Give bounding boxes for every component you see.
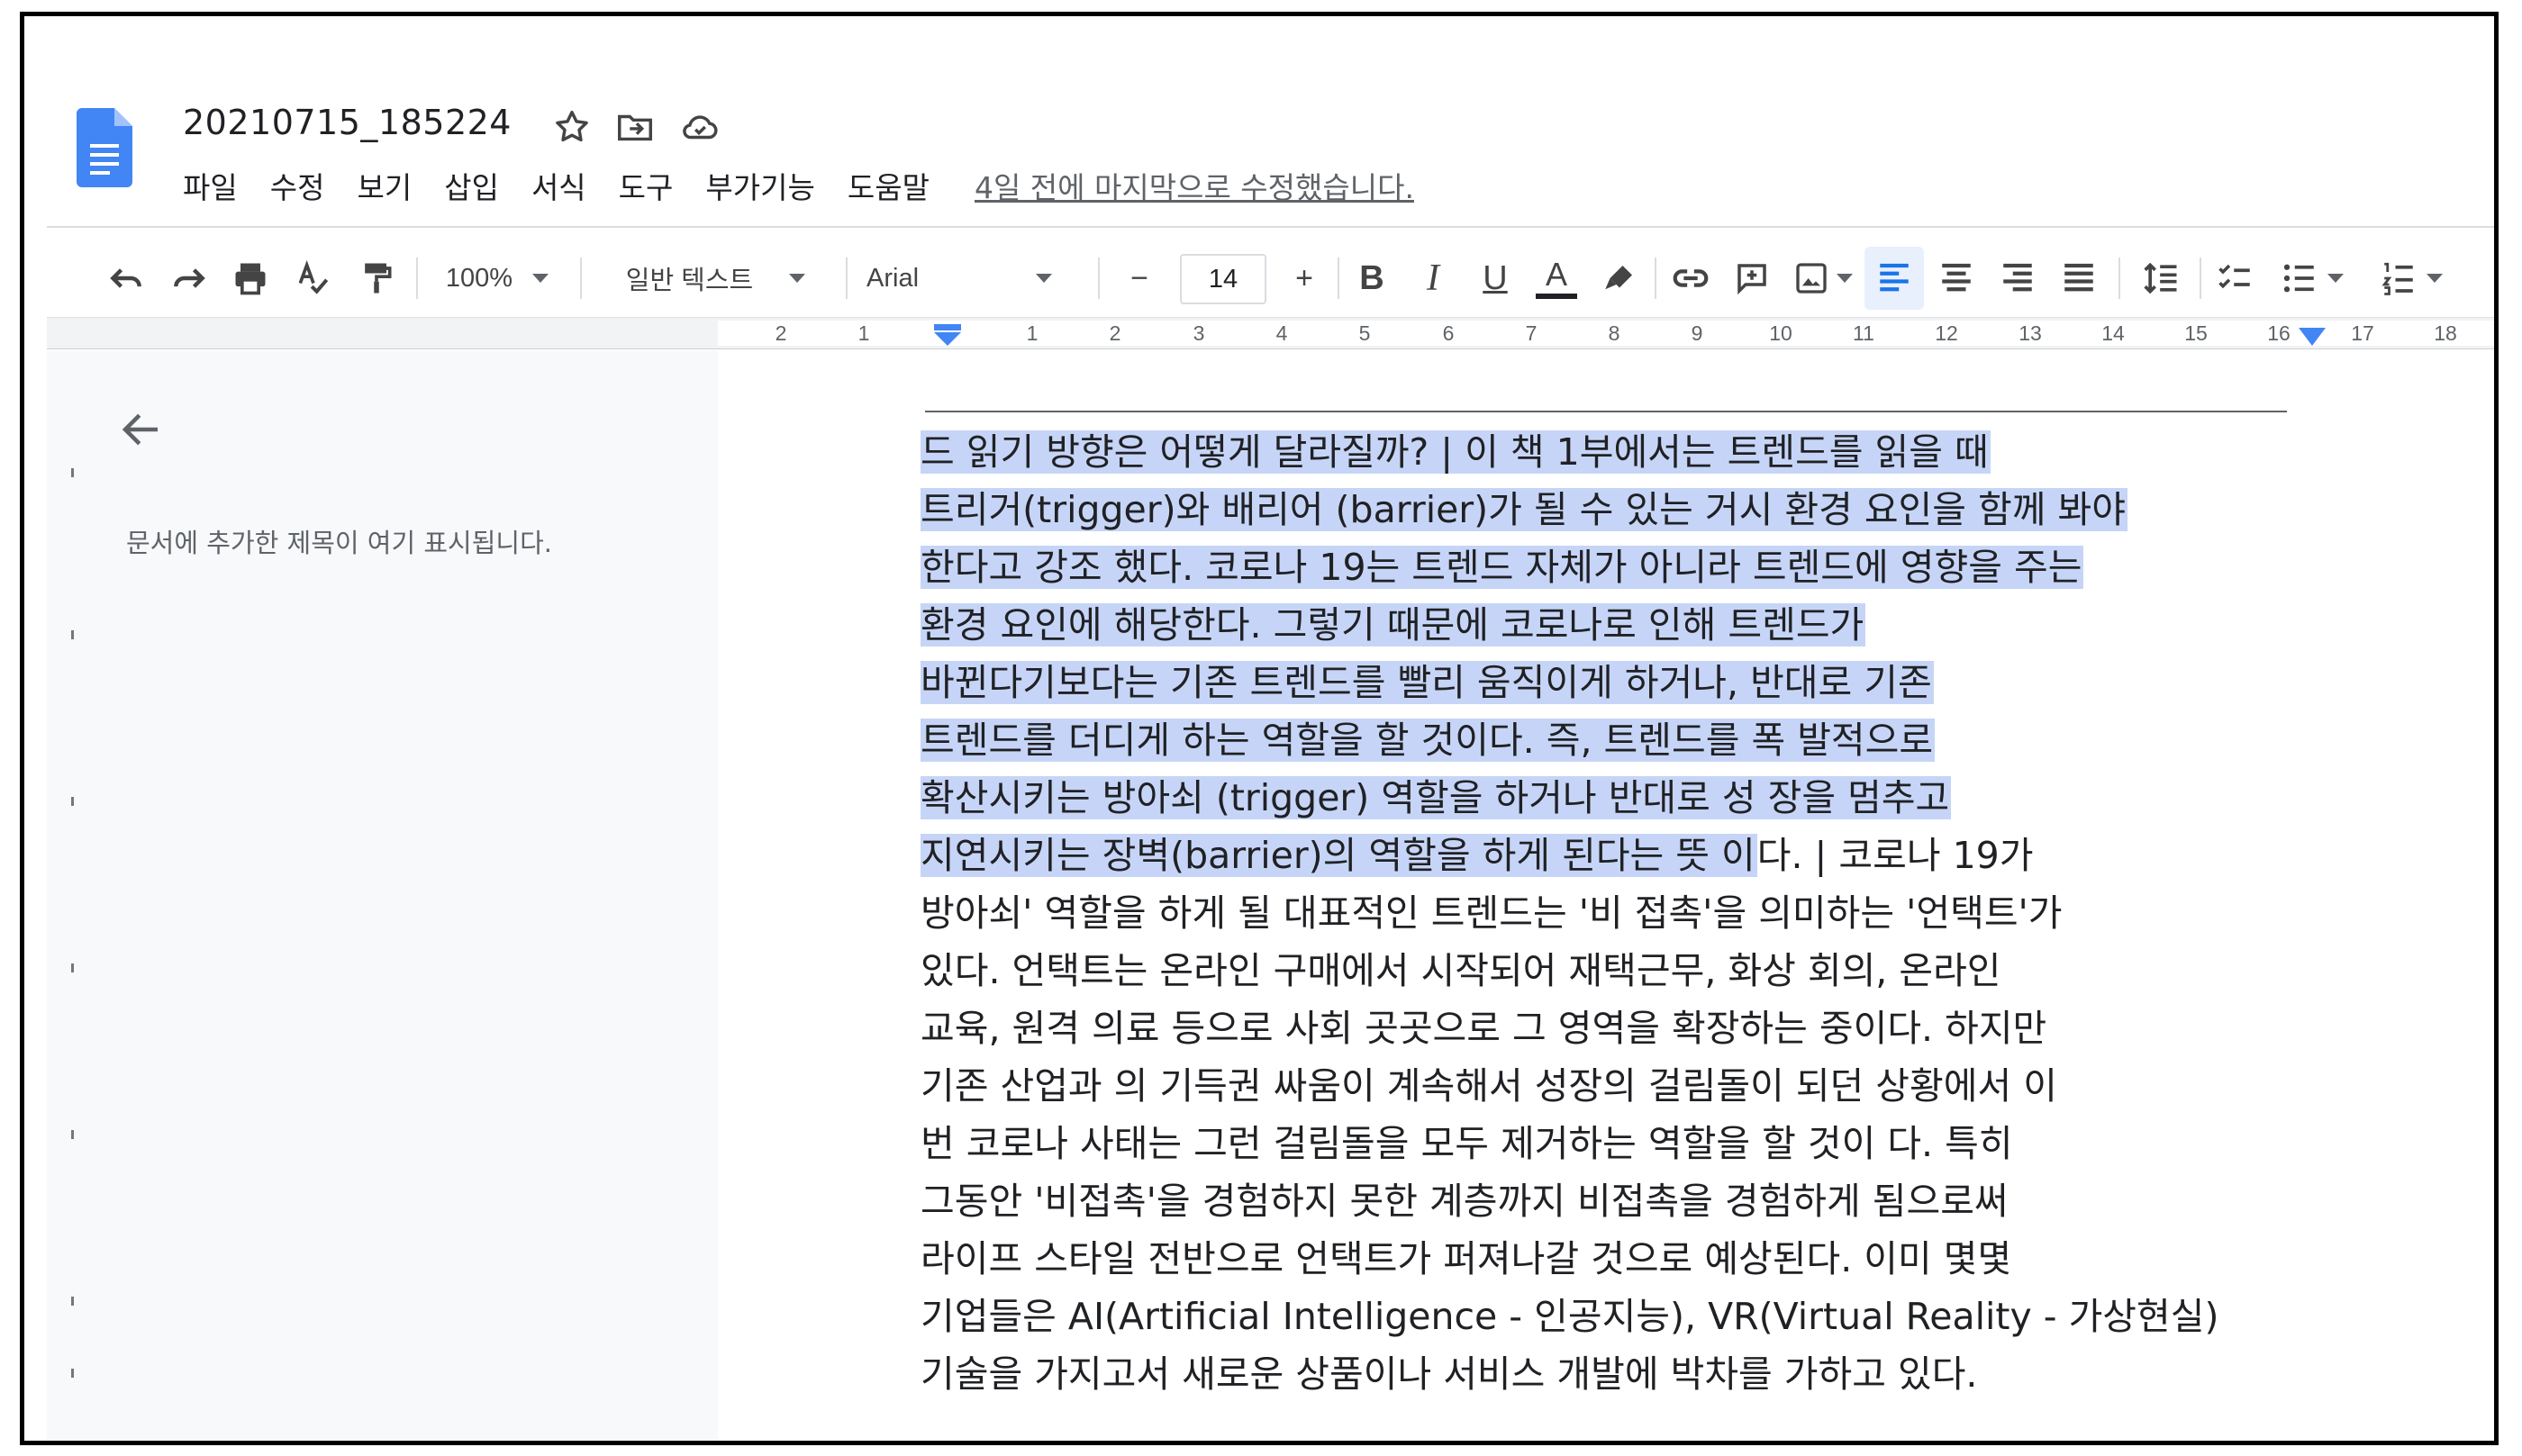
paragraph-line[interactable]: 교육, 원격 의료 등으로 사회 곳곳으로 그 영역을 확장하는 중이다. 하지… — [921, 999, 2326, 1057]
menu-format[interactable]: 서식 — [531, 164, 586, 207]
paragraph-style-select[interactable]: 일반 텍스트 — [601, 243, 830, 313]
selected-text[interactable]: 확산시키는 방아쇠 (trigger) 역할을 하거나 반대로 성 장을 멈추고 — [921, 776, 1952, 819]
cloud-saved-icon[interactable] — [679, 106, 721, 148]
outline-empty-message: 문서에 추가한 제목이 여기 표시됩니다. — [126, 528, 552, 558]
paragraph-line[interactable]: 라이프 스타일 전반으로 언택트가 퍼져나갈 것으로 예상된다. 이미 몇몇 — [921, 1230, 2326, 1288]
zoom-select[interactable]: 100% — [434, 243, 560, 313]
font-size-increase-button[interactable]: + — [1279, 243, 1329, 313]
text-run[interactable]: 기존 산업과 의 기득권 싸움이 계속해서 성장의 걸림돌이 되던 상황에서 이 — [921, 1064, 2057, 1108]
paragraph-line[interactable]: 확산시키는 방아쇠 (trigger) 역할을 하거나 반대로 성 장을 멈추고 — [921, 769, 2326, 827]
bold-icon[interactable]: B — [1347, 243, 1397, 313]
right-indent-marker-icon[interactable] — [2299, 328, 2326, 346]
menu-view[interactable]: 보기 — [357, 164, 412, 207]
menu-insert[interactable]: 삽입 — [444, 164, 499, 207]
numbered-list-icon[interactable] — [2371, 243, 2452, 313]
align-left-icon[interactable] — [1869, 243, 1919, 313]
link-icon[interactable] — [1664, 243, 1718, 313]
docs-logo-icon[interactable] — [77, 108, 132, 187]
horizontal-line — [925, 411, 2287, 412]
menu-edit[interactable]: 수정 — [270, 164, 325, 207]
print-icon[interactable] — [225, 243, 276, 313]
paragraph-line[interactable]: 트리거(trigger)와 배리어 (barrier)가 될 수 있는 거시 환… — [921, 481, 2326, 538]
selected-text[interactable]: 트리거(trigger)와 배리어 (barrier)가 될 수 있는 거시 환… — [921, 488, 2127, 531]
document-outline-panel: 문서에 추가한 제목이 여기 표시됩니다. — [47, 351, 720, 1441]
text-run[interactable]: 라이프 스타일 전반으로 언택트가 퍼져나갈 것으로 예상된다. 이미 몇몇 — [921, 1237, 2011, 1280]
star-icon[interactable] — [551, 106, 593, 148]
font-family-select[interactable]: Arial — [866, 243, 1092, 313]
document-body[interactable]: 드 읽기 방향은 어떻게 달라질까? | 이 책 1부에서는 트렌드를 읽을 때… — [921, 423, 2326, 1403]
paragraph-line[interactable]: 그동안 '비접촉'을 경험하지 못한 계층까지 비접촉을 경험하게 됨으로써 — [921, 1172, 2326, 1230]
selected-text[interactable]: 드 읽기 방향은 어떻게 달라질까? | 이 책 1부에서는 트렌드를 읽을 때 — [921, 430, 1991, 474]
paragraph-line[interactable]: 바뀐다기보다는 기존 트렌드를 빨리 움직이게 하거나, 반대로 기존 — [921, 654, 2326, 711]
paragraph-line[interactable]: 기술을 가지고서 새로운 상품이나 서비스 개발에 박차를 가하고 있다. — [921, 1345, 2326, 1403]
spellcheck-icon[interactable] — [288, 243, 339, 313]
document-title[interactable]: 20210715_185224 — [183, 103, 512, 142]
underline-icon[interactable]: U — [1470, 243, 1520, 313]
paragraph-line[interactable]: 트렌드를 더디게 하는 역할을 할 것이다. 즉, 트렌드를 폭 발적으로 — [921, 711, 2326, 769]
text-run[interactable]: 방아쇠' 역할을 하게 될 대표적인 트렌드는 '비 접촉'을 의미하는 '언택… — [921, 891, 2063, 935]
selected-text[interactable]: 한다고 강조 했다. 코로나 19는 트렌드 자체가 아니라 트렌드에 영향을 … — [921, 546, 2084, 589]
paragraph-line[interactable]: 환경 요인에 해당한다. 그렇기 때문에 코로나로 인해 트렌드가 — [921, 596, 2326, 654]
text-run[interactable]: 기술을 가지고서 새로운 상품이나 서비스 개발에 박차를 가하고 있다. — [921, 1352, 1977, 1396]
horizontal-ruler[interactable]: 2 1 1 2 3 4 5 6 7 8 9 10 11 12 13 14 15 … — [718, 321, 2494, 346]
text-run[interactable]: 다. | 코로나 19가 — [1757, 834, 2034, 877]
font-size-input[interactable]: 14 — [1180, 254, 1266, 304]
paragraph-line[interactable]: 기존 산업과 의 기득권 싸움이 계속해서 성장의 걸림돌이 되던 상황에서 이 — [921, 1057, 2326, 1115]
selected-text[interactable]: 지연시키는 장벽(barrier)의 역할을 하게 된다는 뜻 이 — [921, 834, 1757, 877]
indent-marker-icon[interactable] — [932, 324, 963, 346]
undo-icon[interactable] — [101, 243, 151, 313]
selected-text[interactable]: 환경 요인에 해당한다. 그렇기 때문에 코로나로 인해 트렌드가 — [921, 603, 1866, 647]
window-frame: 20210715_185224 파일 수정 보기 삽입 서식 도구 부가기능 도… — [20, 12, 2499, 1445]
highlight-icon[interactable] — [1594, 243, 1645, 313]
move-to-folder-icon[interactable] — [614, 106, 656, 148]
align-right-icon[interactable] — [1992, 243, 2043, 313]
text-run[interactable]: 그동안 '비접촉'을 경험하지 못한 계층까지 비접촉을 경험하게 됨으로써 — [921, 1180, 2009, 1223]
toolbar: 100% 일반 텍스트 Arial − 14 + B I U A — [47, 243, 2494, 313]
menu-addons[interactable]: 부가기능 — [705, 164, 814, 207]
italic-icon[interactable]: I — [1408, 243, 1458, 313]
paint-format-icon[interactable] — [351, 243, 402, 313]
paragraph-line[interactable]: 드 읽기 방향은 어떻게 달라질까? | 이 책 1부에서는 트렌드를 읽을 때 — [921, 423, 2326, 481]
paragraph-line[interactable]: 한다고 강조 했다. 코로나 19는 트렌드 자체가 아니라 트렌드에 영향을 … — [921, 538, 2326, 596]
paragraph-line[interactable]: 지연시키는 장벽(barrier)의 역할을 하게 된다는 뜻 이다. | 코로… — [921, 827, 2326, 884]
paragraph-line[interactable]: 기업들은 AI(Artificial Intelligence - 인공지능),… — [921, 1288, 2326, 1345]
align-justify-icon[interactable] — [2054, 243, 2104, 313]
paragraph-line[interactable]: 번 코로나 사태는 그런 걸림돌을 모두 제거하는 역할을 할 것이 다. 특히 — [921, 1115, 2326, 1172]
menu-file[interactable]: 파일 — [183, 164, 238, 207]
line-spacing-icon[interactable] — [2136, 243, 2187, 313]
comment-icon[interactable] — [1727, 243, 1777, 313]
bulleted-list-icon[interactable] — [2272, 243, 2353, 313]
menu-bar: 파일 수정 보기 삽입 서식 도구 부가기능 도움말 4일 전에 마지막으로 수… — [183, 164, 1414, 207]
redo-icon[interactable] — [164, 243, 214, 313]
paragraph-line[interactable]: 있다. 언택트는 온라인 구매에서 시작되어 재택근무, 화상 회의, 온라인 — [921, 942, 2326, 999]
menu-help[interactable]: 도움말 — [848, 164, 930, 207]
last-edit-link[interactable]: 4일 전에 마지막으로 수정했습니다. — [975, 164, 1414, 207]
text-run[interactable]: 교육, 원격 의료 등으로 사회 곳곳으로 그 영역을 확장하는 중이다. 하지… — [921, 1007, 2046, 1050]
text-run[interactable]: 기업들은 AI(Artificial Intelligence - 인공지능),… — [921, 1295, 2218, 1338]
checklist-icon[interactable] — [2210, 243, 2261, 313]
document-page[interactable]: 드 읽기 방향은 어떻게 달라질까? | 이 책 1부에서는 트렌드를 읽을 때… — [718, 351, 2494, 1441]
align-center-icon[interactable] — [1931, 243, 1982, 313]
text-color-icon[interactable]: A — [1531, 243, 1582, 313]
selected-text[interactable]: 바뀐다기보다는 기존 트렌드를 빨리 움직이게 하거나, 반대로 기존 — [921, 661, 1934, 704]
back-arrow-icon[interactable] — [117, 405, 166, 454]
image-icon[interactable] — [1787, 243, 1859, 313]
text-run[interactable]: 있다. 언택트는 온라인 구매에서 시작되어 재택근무, 화상 회의, 온라인 — [921, 949, 2001, 992]
menu-tools[interactable]: 도구 — [619, 164, 674, 207]
font-size-decrease-button[interactable]: − — [1114, 243, 1165, 313]
header-divider — [47, 226, 2494, 228]
paragraph-line[interactable]: 방아쇠' 역할을 하게 될 대표적인 트렌드는 '비 접촉'을 의미하는 '언택… — [921, 884, 2326, 942]
text-run[interactable]: 번 코로나 사태는 그런 걸림돌을 모두 제거하는 역할을 할 것이 다. 특히 — [921, 1122, 2013, 1165]
selected-text[interactable]: 트렌드를 더디게 하는 역할을 할 것이다. 즉, 트렌드를 폭 발적으로 — [921, 719, 1936, 762]
